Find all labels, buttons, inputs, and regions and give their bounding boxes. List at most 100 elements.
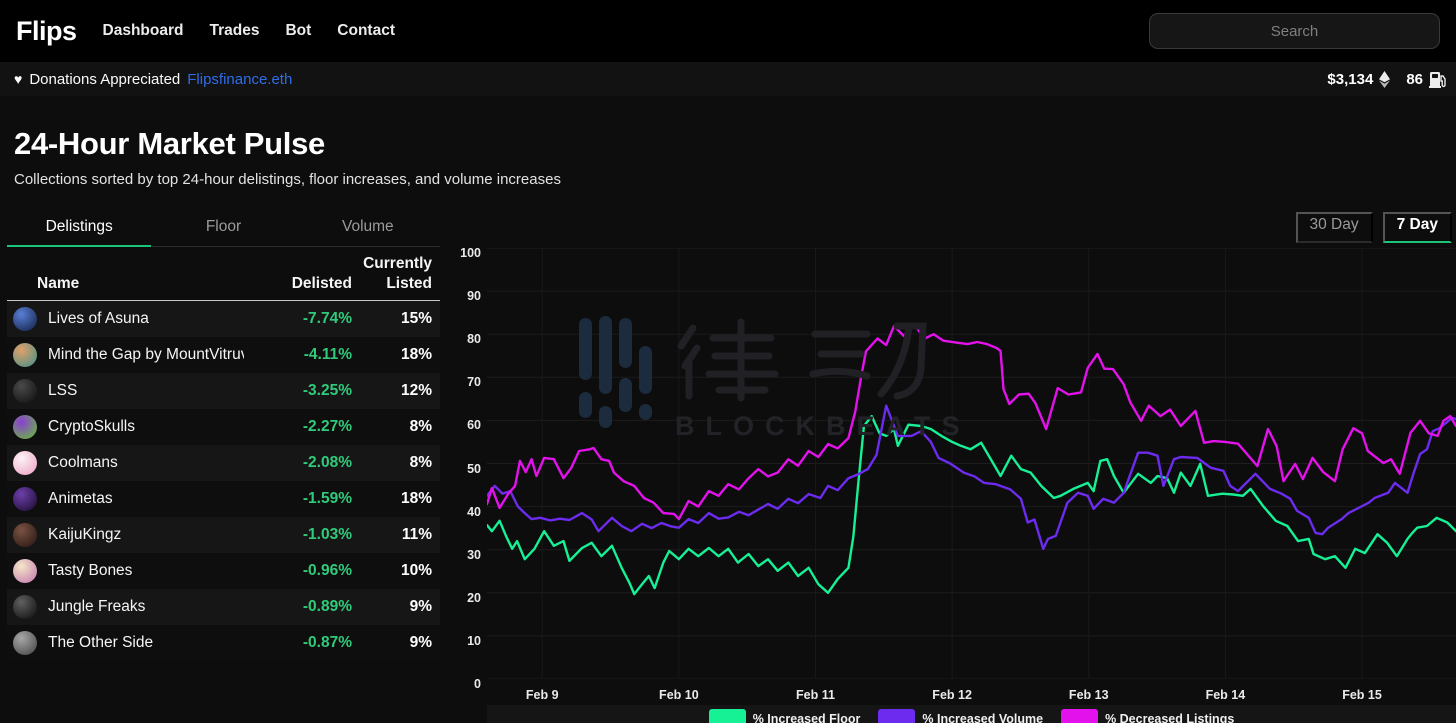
chart-area: 0 10 20 30 40 50 60 70 80 90 100 BLOCKBE… xyxy=(454,246,1456,691)
delisted-value: -0.89% xyxy=(302,598,352,615)
y-tick-label: 20 xyxy=(467,590,481,605)
nav-links: Dashboard Trades Bot Contact xyxy=(103,22,1149,40)
listed-value: 18% xyxy=(400,346,432,363)
column-header-listed: Listed xyxy=(386,275,432,292)
table-row[interactable]: Tasty Bones -0.96% 10% xyxy=(7,553,440,589)
listed-value: 12% xyxy=(400,382,432,399)
listed-value: 9% xyxy=(409,598,432,615)
plot-area: BLOCKBEATS xyxy=(487,248,1456,679)
x-tick-label: Feb 12 xyxy=(932,688,972,702)
y-tick-label: 100 xyxy=(460,246,481,260)
table-row[interactable]: Mind the Gap by MountVitruvius -4.11% 18% xyxy=(7,337,440,373)
table-row[interactable]: CryptoSkulls -2.27% 8% xyxy=(7,409,440,445)
delisted-value: -0.96% xyxy=(302,562,352,579)
page-subtitle: Collections sorted by top 24-hour delist… xyxy=(14,171,561,188)
y-tick-label: 10 xyxy=(467,633,481,648)
eth-price: $3,134 xyxy=(1327,70,1374,88)
collection-name: Mind the Gap by MountVitruvius xyxy=(48,346,244,363)
search-input[interactable] xyxy=(1149,13,1440,49)
table-row[interactable]: KaijuKingz -1.03% 11% xyxy=(7,517,440,553)
gas-pump-icon xyxy=(1429,71,1446,88)
collection-rows: Lives of Asuna -7.74% 15% Mind the Gap by M… xyxy=(7,301,440,661)
y-tick-label: 0 xyxy=(474,677,481,691)
collection-name: Lives of Asuna xyxy=(48,310,149,327)
nav-item-bot[interactable]: Bot xyxy=(285,22,311,40)
collection-name: The Other Side xyxy=(48,634,154,651)
x-tick-label: Feb 9 xyxy=(525,688,559,702)
legend-item: % Decreased Listings xyxy=(1061,709,1234,723)
legend-swatch xyxy=(878,709,916,723)
nav-item-trades[interactable]: Trades xyxy=(209,22,259,40)
table-row[interactable]: Jungle Freaks -0.89% 9% xyxy=(7,589,440,625)
top-nav: Flips Dashboard Trades Bot Contact xyxy=(0,0,1456,62)
table-row[interactable]: Animetas -1.59% 18% xyxy=(7,481,440,517)
collection-name: CryptoSkulls xyxy=(48,418,135,435)
series-line xyxy=(487,404,1456,550)
tab-delistings[interactable]: Delistings xyxy=(7,212,152,247)
collection-avatar xyxy=(13,451,37,475)
collection-avatar xyxy=(13,307,37,331)
tab-volume[interactable]: Volume xyxy=(296,212,440,247)
collection-avatar xyxy=(13,523,37,547)
legend-item: % Increased Floor xyxy=(708,709,861,723)
donation-address-link[interactable]: Flipsfinance.eth xyxy=(187,71,292,88)
x-axis: Feb 9 Feb 10 Feb 11 Feb 12 Feb 13 Feb 14 Feb 1… xyxy=(487,679,1456,705)
delisted-value: -1.03% xyxy=(302,526,352,543)
table-row[interactable]: Lives of Asuna -7.74% 15% xyxy=(7,301,440,337)
gas-price: 86 xyxy=(1406,70,1423,88)
heart-icon: ♥ xyxy=(14,71,23,87)
market-pulse-chart-panel: 30 Day 7 Day 0 10 20 30 40 50 60 70 80 90 100 xyxy=(440,212,1456,723)
y-tick-label: 30 xyxy=(467,547,481,562)
legend-label: % Decreased Listings xyxy=(1105,711,1235,723)
market-pulse-table-panel: Delistings Floor Volume Currently Name D… xyxy=(7,212,440,723)
range-30-day-button[interactable]: 30 Day xyxy=(1295,212,1373,243)
delisted-value: -7.74% xyxy=(302,310,352,327)
y-tick-label: 70 xyxy=(467,375,481,390)
collection-avatar xyxy=(13,415,37,439)
table-row[interactable]: The Other Side -0.87% 9% xyxy=(7,625,440,661)
listed-value: 15% xyxy=(400,310,432,327)
collection-avatar xyxy=(13,595,37,619)
main-content: 24-Hour Market Pulse Collections sorted … xyxy=(0,96,1456,723)
y-tick-label: 40 xyxy=(467,504,481,519)
y-tick-label: 80 xyxy=(467,332,481,347)
collection-name: Animetas xyxy=(48,490,113,507)
table-header: Currently Name Delisted Listed xyxy=(7,247,440,301)
column-header-name: Name xyxy=(37,275,80,292)
column-header-delisted: Delisted xyxy=(291,275,352,292)
collection-name: LSS xyxy=(48,382,78,399)
range-toggle: 30 Day 7 Day xyxy=(454,212,1456,243)
collection-avatar xyxy=(13,379,37,403)
market-stats: $3,134 86 xyxy=(1327,70,1446,88)
legend-swatch xyxy=(1061,709,1099,723)
tab-floor[interactable]: Floor xyxy=(151,212,295,247)
legend-item: % Increased Volume xyxy=(878,709,1043,723)
nav-item-dashboard[interactable]: Dashboard xyxy=(103,22,184,40)
collection-avatar xyxy=(13,343,37,367)
listed-value: 8% xyxy=(409,454,432,471)
listed-value: 11% xyxy=(401,526,432,543)
series-line xyxy=(487,322,1456,521)
collection-name: KaijuKingz xyxy=(48,526,122,543)
collection-name: Jungle Freaks xyxy=(48,598,146,615)
collection-avatar xyxy=(13,631,37,655)
column-header-currently: Currently xyxy=(363,255,432,272)
delisted-value: -2.08% xyxy=(302,454,352,471)
table-row[interactable]: LSS -3.25% 12% xyxy=(7,373,440,409)
app-logo: Flips xyxy=(16,15,77,46)
nav-item-contact[interactable]: Contact xyxy=(337,22,395,40)
y-axis: 0 10 20 30 40 50 60 70 80 90 100 xyxy=(454,246,487,691)
listed-value: 9% xyxy=(409,634,432,651)
x-tick-label: Feb 13 xyxy=(1068,688,1109,702)
donation-banner: ♥ Donations Appreciated Flipsfinance.eth… xyxy=(0,62,1456,96)
legend-label: % Increased Volume xyxy=(922,711,1044,723)
line-chart xyxy=(487,248,1456,679)
range-7-day-button[interactable]: 7 Day xyxy=(1382,212,1452,243)
legend-label: % Increased Floor xyxy=(752,711,861,723)
delisted-value: -2.27% xyxy=(302,418,352,435)
page-title: 24-Hour Market Pulse xyxy=(14,126,325,161)
listed-value: 8% xyxy=(409,418,432,435)
series-line xyxy=(487,414,1456,596)
delisted-value: -4.11% xyxy=(303,346,352,363)
table-row[interactable]: Coolmans -2.08% 8% xyxy=(7,445,440,481)
